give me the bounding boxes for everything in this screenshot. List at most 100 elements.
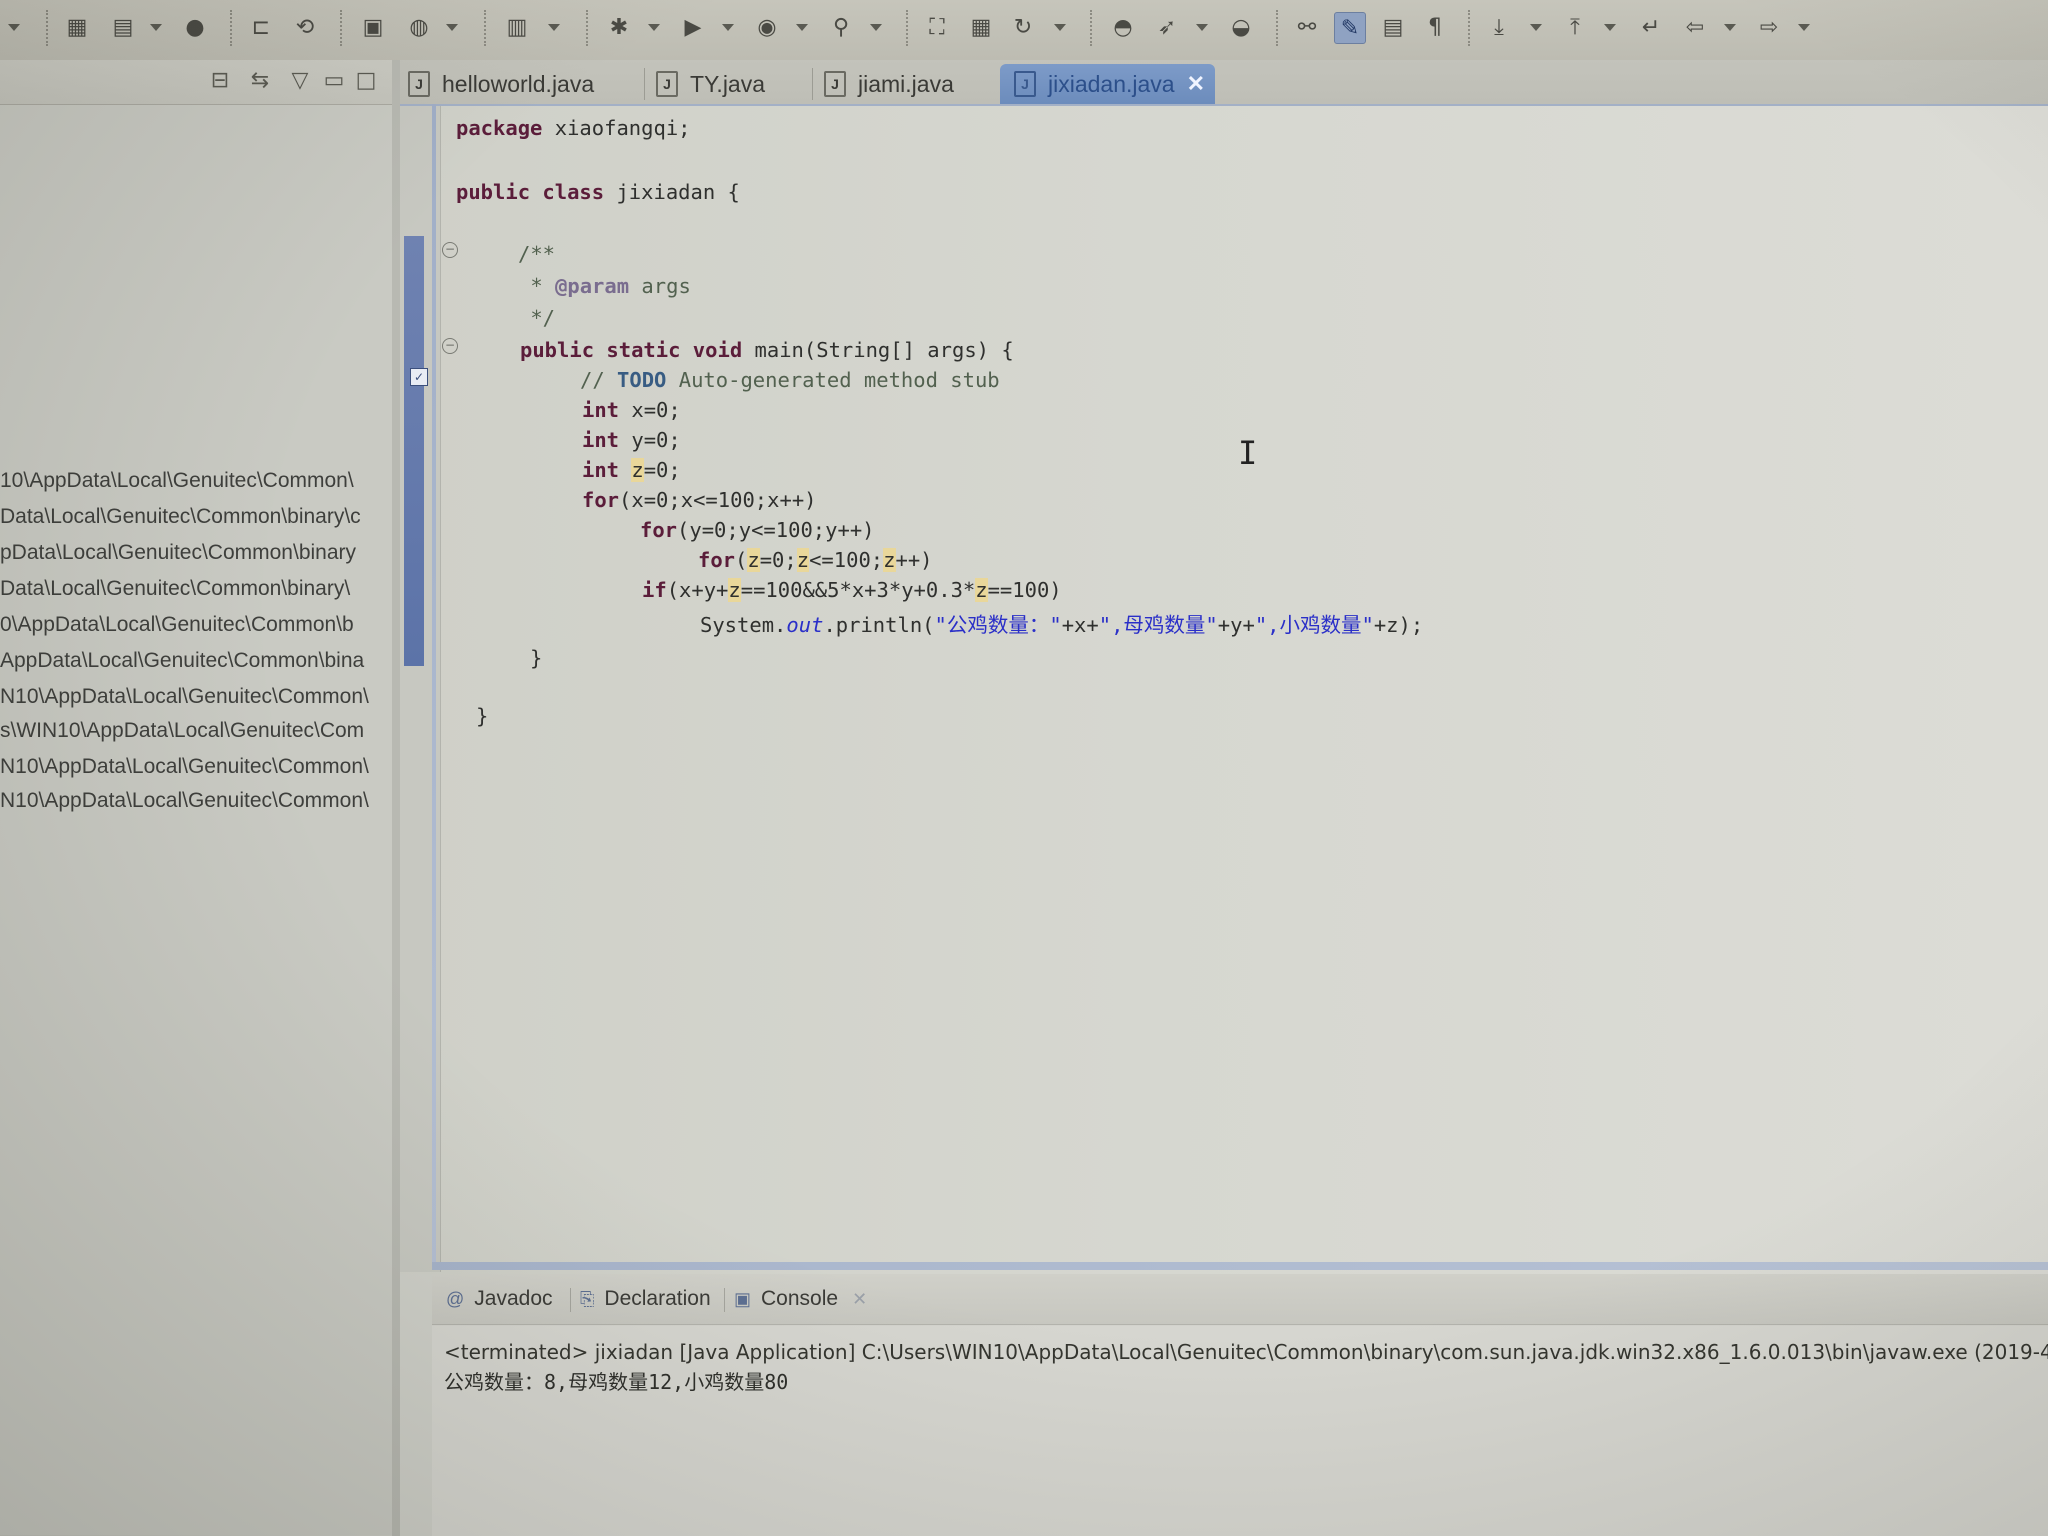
tab-jixiadan[interactable]: J jixiadan.java ✕ <box>1000 64 1216 104</box>
quick-diff-bar <box>404 236 424 666</box>
close-icon[interactable]: ✕ <box>1187 71 1205 97</box>
tree-item[interactable]: Data\Local\Genuitec\Common\binary\ <box>0 577 406 601</box>
toolbar-separator <box>46 10 48 46</box>
code-text: main(String[] args) { <box>742 338 1014 362</box>
occurrence-highlight: z <box>975 578 988 602</box>
fold-toggle-icon[interactable]: − <box>442 242 458 258</box>
new-wizard-icon[interactable]: ▦ <box>62 12 92 42</box>
code-line: package xiaofangqi; <box>456 116 691 140</box>
new-server-dropdown[interactable] <box>150 24 162 31</box>
code-keyword: int <box>582 398 620 422</box>
java-file-icon: J <box>824 71 846 97</box>
run-server-dropdown[interactable] <box>796 24 808 31</box>
occurrence-highlight: z <box>728 578 741 602</box>
tree-item[interactable]: 0\AppData\Local\Genuitec\Common\b <box>0 613 406 637</box>
open-perspective-icon[interactable]: ▥ <box>502 12 532 42</box>
tree-item[interactable]: N10\AppData\Local\Genuitec\Common\ <box>0 755 406 779</box>
tab-label: jiami.java <box>858 70 954 97</box>
new-class-icon[interactable]: ▣ <box>358 12 388 42</box>
tree-item[interactable]: Data\Local\Genuitec\Common\binary\c <box>0 505 406 529</box>
forward-icon[interactable]: ⇨ <box>1754 12 1784 42</box>
new-server-icon[interactable]: ▤ <box>108 12 138 42</box>
java-file-icon: J <box>1014 71 1036 97</box>
run-icon[interactable]: ▶ <box>678 12 708 42</box>
tab-helloworld[interactable]: J helloworld.java <box>408 64 634 104</box>
tab-label: Javadoc <box>474 1287 553 1310</box>
project-explorer-scrollbar[interactable] <box>392 60 400 1536</box>
code-text: <=100; <box>809 548 884 572</box>
link-with-editor-icon[interactable]: ⇆ <box>246 66 274 94</box>
console-output-line: 公鸡数量：8,母鸡数量12,小鸡数量80 <box>444 1370 789 1394</box>
tab-console[interactable]: ▣ Console ✕ <box>734 1284 867 1314</box>
code-keyword: for <box>640 518 678 542</box>
tree-item[interactable]: 10\AppData\Local\Genuitec\Common\ <box>0 469 406 493</box>
tree-item[interactable]: N10\AppData\Local\Genuitec\Common\ <box>0 685 406 709</box>
perspective-dropdown[interactable] <box>548 24 560 31</box>
next-annotation-icon[interactable]: ⤓ <box>1484 12 1514 42</box>
code-keyword: for <box>698 548 736 572</box>
refresh-icon[interactable]: ↻ <box>1008 12 1038 42</box>
open-type-icon[interactable]: ⊏ <box>246 12 276 42</box>
web-browser-icon[interactable]: ◍ <box>404 12 434 42</box>
code-line: } <box>530 646 543 670</box>
search-icon[interactable]: ⚲ <box>826 12 856 42</box>
highlight-icon[interactable]: ✎ <box>1334 12 1366 44</box>
refresh-dropdown[interactable] <box>1054 24 1066 31</box>
toolbar-separator <box>586 10 588 46</box>
view-menu-icon[interactable]: ▽ <box>286 66 314 94</box>
maximize-icon[interactable]: □ <box>352 66 380 94</box>
tab-divider <box>724 1288 725 1312</box>
open-resource-icon[interactable]: ⟲ <box>290 12 320 42</box>
run-dropdown[interactable] <box>722 24 734 31</box>
console-output[interactable]: <terminated> jixiadan [Java Application]… <box>432 1326 2048 1536</box>
next-annotation-dropdown[interactable] <box>1530 24 1542 31</box>
last-edit-icon[interactable]: ↵ <box>1636 12 1666 42</box>
launch-dropdown[interactable] <box>1196 24 1208 31</box>
tab-javadoc[interactable]: @ Javadoc <box>446 1284 553 1314</box>
close-icon[interactable]: ✕ <box>852 1289 867 1310</box>
code-text: (y=0;y<=100;y++) <box>677 518 875 542</box>
paragraph-icon[interactable]: ¶ <box>1420 12 1450 42</box>
string-literal: ",小鸡数量" <box>1254 613 1374 637</box>
toolbar-separator <box>1276 10 1278 46</box>
tree-item[interactable]: s\WIN10\AppData\Local\Genuitec\Com <box>0 719 406 743</box>
team-icon[interactable]: ◒ <box>1226 12 1256 42</box>
minimize-icon[interactable]: ▭ <box>320 66 348 94</box>
web-browser-dropdown[interactable] <box>446 24 458 31</box>
back-icon[interactable]: ⇦ <box>1680 12 1710 42</box>
collapse-all-icon[interactable]: ⊟ <box>206 66 234 94</box>
code-line: } <box>476 704 489 728</box>
code-text: xiaofangqi; <box>542 116 691 140</box>
tree-item[interactable]: AppData\Local\Genuitec\Common\bina <box>0 649 406 673</box>
globe-icon[interactable]: ● <box>180 12 210 42</box>
tree-item[interactable]: N10\AppData\Local\Genuitec\Common\ <box>0 789 406 813</box>
tab-jiami[interactable]: J jiami.java <box>824 64 988 104</box>
code-line: for(y=0;y<=100;y++) <box>640 518 875 542</box>
show-whitespace-icon[interactable]: ▤ <box>1378 12 1408 42</box>
build-icon[interactable]: ⛶ <box>922 12 952 42</box>
debug-icon[interactable]: ✱ <box>604 12 634 42</box>
task-marker-icon[interactable]: ✓ <box>410 368 428 386</box>
run-server-icon[interactable]: ◉ <box>752 12 782 42</box>
code-line: public class jixiadan { <box>456 180 740 204</box>
view-menu-dropdown[interactable] <box>8 24 20 31</box>
code-line: int z=0; <box>582 458 681 482</box>
debug-dropdown[interactable] <box>648 24 660 31</box>
occurrence-highlight: z <box>747 548 760 572</box>
toolbar-separator <box>484 10 486 46</box>
code-editor[interactable]: ✓ − − package xiaofangqi; public class j… <box>400 104 2048 1274</box>
link-icon[interactable]: ⚯ <box>1292 12 1322 42</box>
search-dropdown[interactable] <box>870 24 882 31</box>
deploy-icon[interactable]: ◓ <box>1108 12 1138 42</box>
forward-dropdown[interactable] <box>1798 24 1810 31</box>
prev-annotation-icon[interactable]: ⤒ <box>1560 12 1590 42</box>
code-text: x=0; <box>619 398 681 422</box>
tab-ty[interactable]: J TY.java <box>656 64 806 104</box>
grid-icon[interactable]: ▦ <box>966 12 996 42</box>
prev-annotation-dropdown[interactable] <box>1604 24 1616 31</box>
tree-item[interactable]: pData\Local\Genuitec\Common\binary <box>0 541 406 565</box>
tab-declaration[interactable]: ⎘ Declaration <box>580 1284 711 1314</box>
fold-toggle-icon[interactable]: − <box>442 338 458 354</box>
back-dropdown[interactable] <box>1724 24 1736 31</box>
launch-icon[interactable]: ➶ <box>1152 12 1182 42</box>
